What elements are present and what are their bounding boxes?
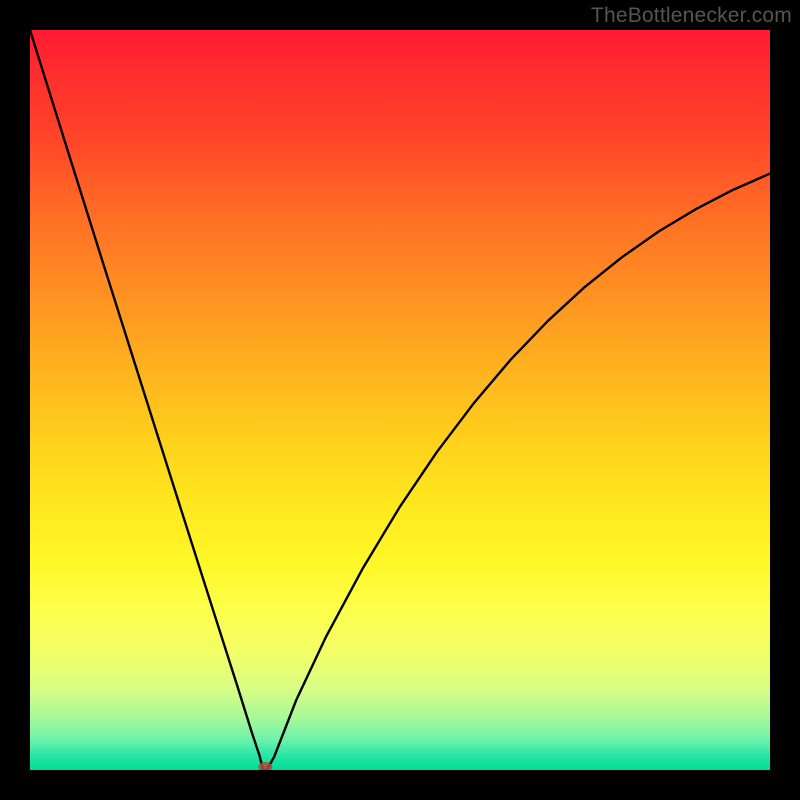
watermark-label: TheBottlenecker.com xyxy=(591,4,792,28)
curve-layer xyxy=(30,30,770,770)
chart-stage: TheBottlenecker.com xyxy=(0,0,800,800)
plot-area xyxy=(30,30,770,770)
bottleneck-curve xyxy=(30,30,770,770)
